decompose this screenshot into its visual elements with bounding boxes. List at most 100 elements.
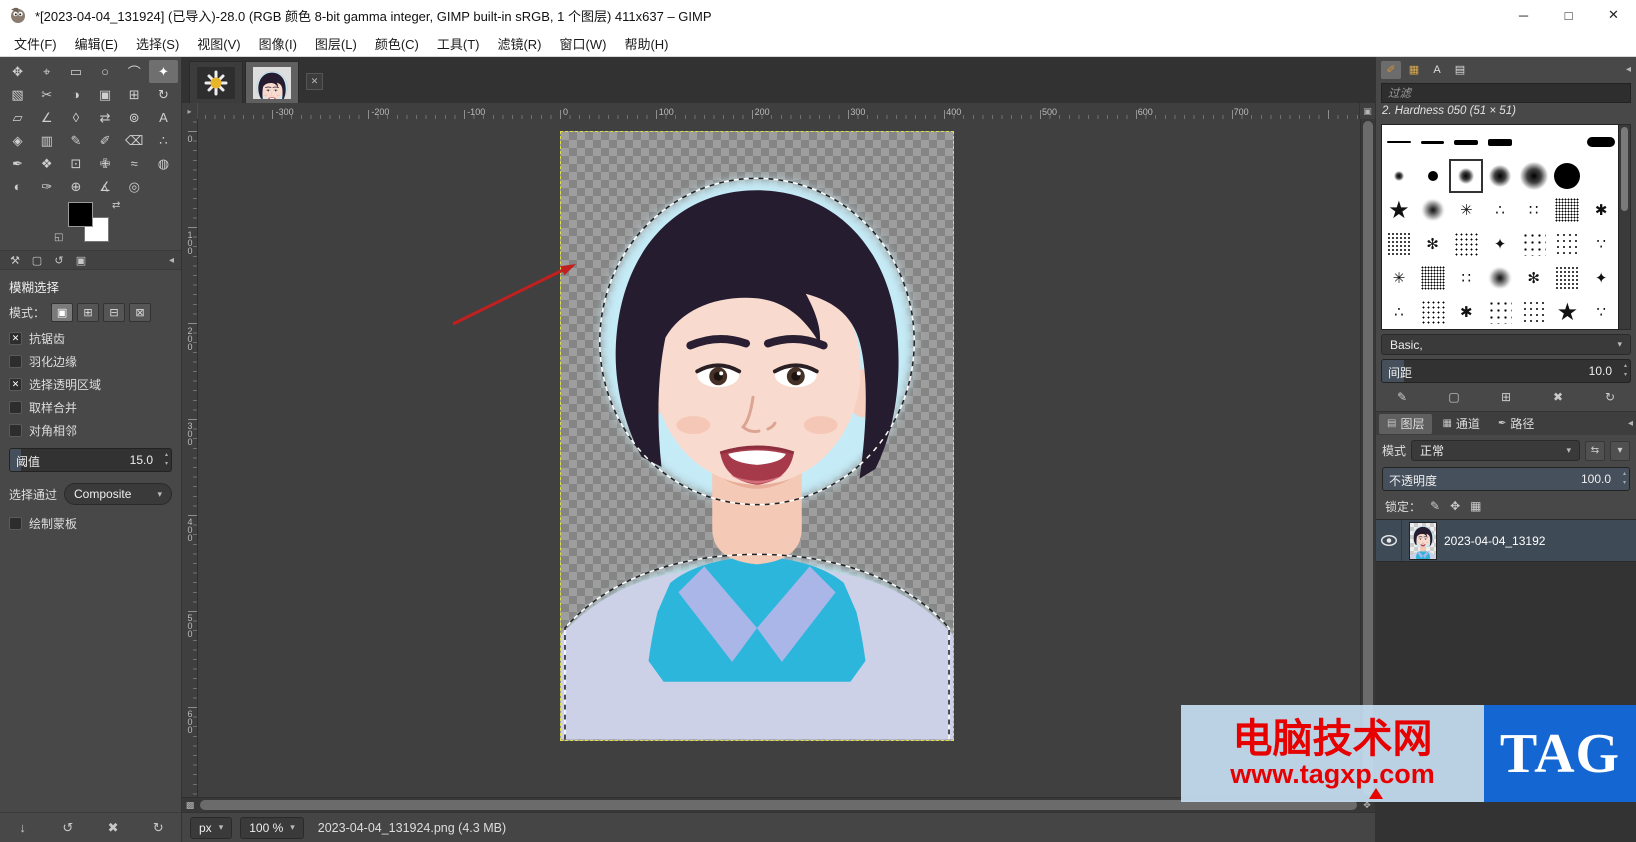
tool-option-row[interactable]: 羽化边缘 bbox=[9, 350, 172, 373]
spacing-spinner[interactable]: ▴ ▾ bbox=[1624, 362, 1627, 380]
zoom-dropdown[interactable]: 100 % ▾ bbox=[240, 816, 304, 839]
opacity-slider[interactable]: 不透明度 100.0 ▴ ▾ bbox=[1382, 467, 1630, 491]
menu-item[interactable]: 帮助(H) bbox=[615, 30, 677, 56]
tool-color-picker[interactable]: ⊕ bbox=[61, 175, 90, 198]
brush-dots1[interactable]: ∴ bbox=[1483, 193, 1517, 227]
threshold-slider[interactable]: 阈值 15.0 ▴ ▾ bbox=[9, 448, 172, 472]
tool-zoom[interactable]: ◎ bbox=[120, 175, 149, 198]
brush-hard1[interactable] bbox=[1416, 159, 1450, 193]
vertical-ruler[interactable]: 0100200300400500600700 bbox=[182, 119, 198, 797]
tool-ellipse-select[interactable]: ○ bbox=[90, 60, 119, 83]
menu-item[interactable]: 选择(S) bbox=[127, 30, 188, 56]
brush-tex2[interactable] bbox=[1551, 261, 1585, 295]
tool-blur-sharpen[interactable]: ◍ bbox=[149, 152, 178, 175]
tool-foreground-select[interactable]: ◑ bbox=[61, 83, 90, 106]
brush-filter-input[interactable]: 过滤 bbox=[1381, 83, 1631, 103]
brush-dots3[interactable]: ∵ bbox=[1584, 227, 1618, 261]
brush-splat3[interactable]: ✻ bbox=[1517, 261, 1551, 295]
lock-pixels-icon[interactable]: ✎ bbox=[1430, 499, 1440, 513]
menu-item[interactable]: 视图(V) bbox=[188, 30, 249, 56]
brush-pepper[interactable] bbox=[1483, 295, 1517, 329]
brush-splat2[interactable]: ✱ bbox=[1584, 193, 1618, 227]
save-tool-preset-icon[interactable]: ↓ bbox=[11, 820, 35, 835]
configure-tab-icon[interactable]: ◂ bbox=[1628, 418, 1633, 429]
undo-history-dock-icon[interactable]: ↺ bbox=[51, 254, 67, 267]
horizontal-ruler[interactable]: -400-300-200-1000100200300400500600700 bbox=[198, 103, 1359, 119]
draw-mask-checkbox[interactable] bbox=[9, 517, 22, 530]
tool-smudge[interactable]: ≈ bbox=[120, 152, 149, 175]
close-tab-icon[interactable]: ✕ bbox=[306, 73, 323, 90]
tool-measure[interactable]: ∡ bbox=[90, 175, 119, 198]
brush-sparkle[interactable]: ✦ bbox=[1483, 227, 1517, 261]
checkbox-unchecked[interactable] bbox=[9, 355, 22, 368]
checkbox-unchecked[interactable] bbox=[9, 401, 22, 414]
brush-dots2[interactable]: ∷ bbox=[1517, 193, 1551, 227]
brush-star[interactable]: ★ bbox=[1382, 193, 1416, 227]
layer-mode-dropdown[interactable]: 正常 ▾ bbox=[1411, 440, 1580, 461]
delete-brush-icon[interactable]: ✖ bbox=[1548, 390, 1568, 404]
brush-blob[interactable] bbox=[1416, 193, 1450, 227]
spin-up-icon[interactable]: ▴ bbox=[165, 451, 168, 460]
mode-replace-button[interactable]: ▣ bbox=[51, 303, 74, 322]
tool-airbrush[interactable]: ∴ bbox=[149, 129, 178, 152]
brush-blob[interactable] bbox=[1483, 261, 1517, 295]
duplicate-brush-icon[interactable]: ⊞ bbox=[1496, 390, 1516, 404]
tab-通道[interactable]: ▦ 通道 bbox=[1434, 414, 1487, 434]
menu-item[interactable]: 窗口(W) bbox=[551, 30, 616, 56]
brush-star[interactable]: ★ bbox=[1551, 295, 1585, 329]
collapse-left-icon[interactable]: ◂ bbox=[1626, 64, 1631, 75]
brush-dots3[interactable]: ∵ bbox=[1584, 295, 1618, 329]
menu-item[interactable]: 颜色(C) bbox=[366, 30, 428, 56]
threshold-spinner[interactable]: ▴ ▾ bbox=[165, 451, 168, 469]
lock-alpha-icon[interactable]: ▦ bbox=[1470, 499, 1481, 513]
brush-tex1[interactable] bbox=[1551, 193, 1585, 227]
select-by-dropdown[interactable]: Composite ▾ bbox=[64, 483, 172, 505]
brush-soft4[interactable] bbox=[1517, 159, 1551, 193]
menu-item[interactable]: 图层(L) bbox=[306, 30, 366, 56]
foreground-color-swatch[interactable] bbox=[68, 202, 93, 227]
tool-handle-transform[interactable]: ⊚ bbox=[120, 106, 149, 129]
patterns-tab[interactable]: ▦ bbox=[1404, 61, 1424, 79]
zoom-fit-icon[interactable]: ▣ bbox=[1359, 103, 1375, 119]
spin-down-icon[interactable]: ▾ bbox=[165, 460, 168, 469]
brush-splat3[interactable]: ✻ bbox=[1416, 227, 1450, 261]
canvas-viewport[interactable] bbox=[198, 119, 1360, 797]
tool-dodge-burn[interactable]: ◐ bbox=[3, 175, 32, 198]
tool-paintbrush[interactable]: ✐ bbox=[90, 129, 119, 152]
tool-alignment[interactable]: ⌖ bbox=[32, 60, 61, 83]
brush-hline1[interactable] bbox=[1382, 125, 1416, 159]
document-history-tab[interactable]: ▤ bbox=[1450, 61, 1470, 79]
reset-tool-options-icon[interactable]: ↻ bbox=[146, 820, 170, 836]
draw-mask-row[interactable]: 绘制蒙板 bbox=[9, 512, 172, 535]
brush-bar[interactable] bbox=[1584, 125, 1618, 159]
tool-paths[interactable]: ✑ bbox=[32, 175, 61, 198]
brush-splat1[interactable]: ✳ bbox=[1449, 193, 1483, 227]
edit-brush-icon[interactable]: ✎ bbox=[1392, 390, 1412, 404]
brush-group-dropdown[interactable]: Basic, ▾ bbox=[1381, 334, 1631, 355]
refresh-brushes-icon[interactable]: ↻ bbox=[1600, 390, 1620, 404]
tool-rotate[interactable]: ↻ bbox=[149, 83, 178, 106]
tool-scale[interactable]: ▱ bbox=[3, 106, 32, 129]
checkbox-unchecked[interactable] bbox=[9, 424, 22, 437]
mode-menu-icon[interactable]: ▾ bbox=[1610, 440, 1630, 461]
mode-subtract-button[interactable]: ⊟ bbox=[103, 303, 126, 322]
layer-row[interactable]: 2023-04-04_13192 bbox=[1376, 520, 1636, 562]
brush-scrollbar-thumb[interactable] bbox=[1621, 127, 1628, 211]
tool-select-by-color[interactable]: ▧ bbox=[3, 83, 32, 106]
unit-dropdown[interactable]: px ▾ bbox=[190, 816, 233, 839]
tool-option-row[interactable]: ✕ 抗锯齿 bbox=[9, 327, 172, 350]
swap-colors-icon[interactable]: ⇄ bbox=[112, 200, 120, 211]
images-dock-icon[interactable]: ▣ bbox=[73, 254, 89, 267]
tool-heal[interactable]: ✙ bbox=[90, 152, 119, 175]
new-brush-icon[interactable]: ▢ bbox=[1444, 390, 1464, 404]
menu-item[interactable]: 工具(T) bbox=[428, 30, 489, 56]
fonts-tab[interactable]: A bbox=[1427, 61, 1447, 79]
menu-item[interactable]: 图像(I) bbox=[250, 30, 306, 56]
spin-down-icon[interactable]: ▾ bbox=[1624, 371, 1627, 380]
lock-position-icon[interactable]: ✥ bbox=[1450, 499, 1460, 513]
brush-sparkle[interactable]: ✦ bbox=[1584, 261, 1618, 295]
tool-ink[interactable]: ✒ bbox=[3, 152, 32, 175]
device-status-dock-icon[interactable]: ▢ bbox=[29, 254, 45, 267]
brush-tex3[interactable] bbox=[1416, 295, 1450, 329]
checkbox-checked[interactable]: ✕ bbox=[9, 332, 22, 345]
